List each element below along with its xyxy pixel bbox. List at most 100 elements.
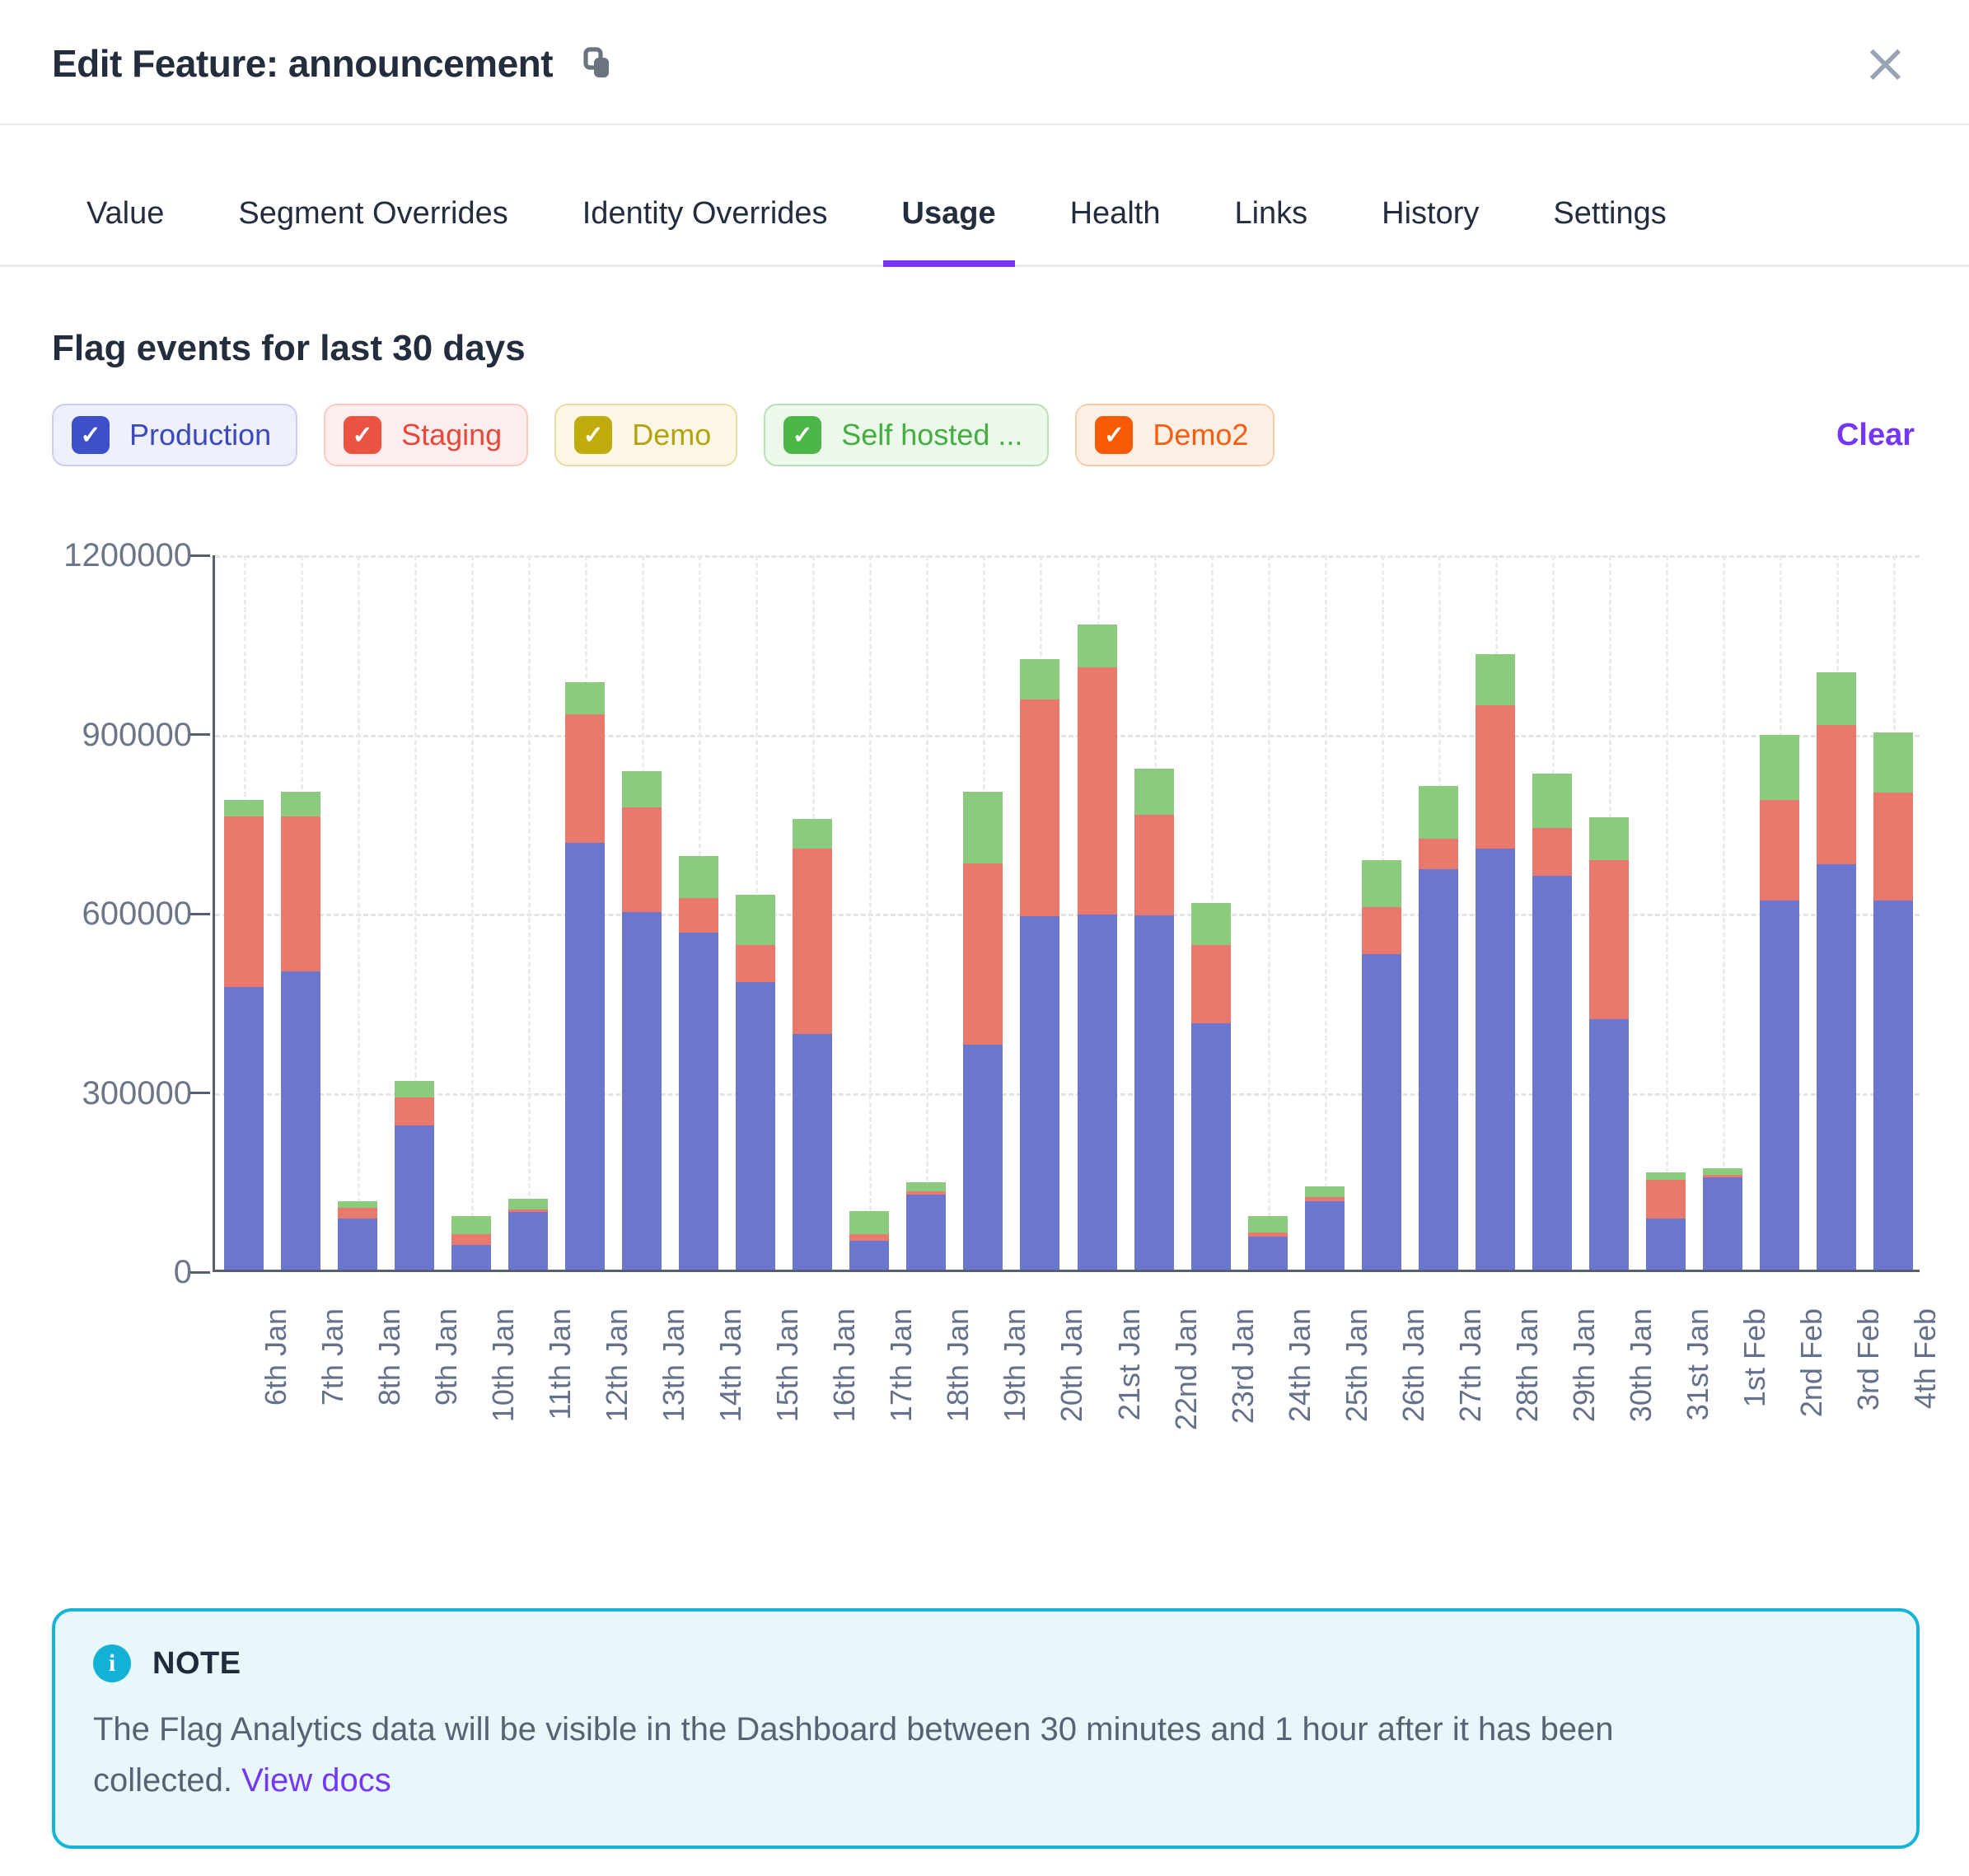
bar-segment-self-hosted — [1760, 735, 1799, 800]
stacked-bar — [508, 1199, 548, 1270]
x-tick-label: 4th Feb — [1907, 1308, 1943, 1409]
bar-segment-staging — [224, 816, 264, 987]
x-gridline — [358, 555, 360, 1270]
x-gridline — [1325, 555, 1327, 1270]
bar-segment-production — [622, 912, 662, 1270]
x-tick-label: 3rd Feb — [1850, 1308, 1887, 1411]
tab-identity-overrides[interactable]: Identity Overrides — [545, 171, 865, 264]
checkbox-checked-icon[interactable]: ✓ — [574, 416, 612, 454]
note-text: The Flag Analytics data will be visible … — [93, 1704, 1724, 1806]
checkbox-checked-icon[interactable]: ✓ — [1095, 416, 1133, 454]
stacked-bar — [1760, 735, 1799, 1270]
stacked-bar — [849, 1211, 889, 1270]
tab-value[interactable]: Value — [49, 171, 201, 264]
y-tick-label: 600000 — [52, 896, 192, 932]
bar-segment-production — [565, 843, 605, 1270]
bar-segment-self-hosted — [1419, 786, 1458, 839]
stacked-bar — [1873, 732, 1913, 1270]
info-icon: i — [93, 1644, 131, 1682]
bar-segment-self-hosted — [679, 856, 718, 898]
bar-segment-self-hosted — [1817, 672, 1856, 725]
legend-pill-production[interactable]: ✓Production — [52, 404, 297, 466]
stacked-bar — [1532, 774, 1572, 1270]
modal-header: Edit Feature: announcement × — [0, 0, 1969, 125]
bar-segment-production — [224, 987, 264, 1270]
stacked-bar — [679, 856, 718, 1270]
legend-pill-demo2[interactable]: ✓Demo2 — [1075, 404, 1274, 466]
stacked-bar — [565, 682, 605, 1270]
x-tick-label: 29th Jan — [1566, 1308, 1602, 1422]
x-tick-label: 26th Jan — [1396, 1308, 1432, 1422]
x-tick-label: 19th Jan — [997, 1308, 1033, 1422]
legend-label: Demo — [632, 418, 711, 452]
bar-segment-staging — [793, 849, 832, 1034]
stacked-bar — [451, 1216, 491, 1270]
x-tick-label: 7th Jan — [315, 1308, 351, 1406]
stacked-bar — [622, 771, 662, 1270]
bar-segment-staging — [1873, 793, 1913, 901]
legend-pill-staging[interactable]: ✓Staging — [324, 404, 528, 466]
bar-segment-production — [1419, 869, 1458, 1270]
bar-segment-self-hosted — [1476, 654, 1515, 705]
legend-pill-self-hosted[interactable]: ✓Self hosted ... — [764, 404, 1049, 466]
x-tick-label: 10th Jan — [485, 1308, 521, 1422]
view-docs-link[interactable]: View docs — [241, 1762, 391, 1799]
bar-segment-production — [736, 982, 775, 1270]
bar-segment-self-hosted — [906, 1182, 946, 1191]
tab-history[interactable]: History — [1345, 171, 1516, 264]
tab-settings[interactable]: Settings — [1516, 171, 1703, 264]
x-tick-label: 16th Jan — [826, 1308, 863, 1422]
note-label: NOTE — [152, 1646, 241, 1682]
chart-title: Flag events for last 30 days — [52, 328, 1920, 369]
bar-segment-staging — [281, 816, 320, 971]
stacked-bar — [395, 1081, 434, 1270]
bar-segment-self-hosted — [1646, 1172, 1686, 1180]
bar-segment-self-hosted — [224, 800, 264, 816]
note-callout: i NOTE The Flag Analytics data will be v… — [52, 1608, 1920, 1849]
stacked-bar — [1020, 659, 1059, 1270]
checkbox-checked-icon[interactable]: ✓ — [783, 416, 821, 454]
bar-segment-production — [1020, 916, 1059, 1270]
x-gridline — [869, 555, 872, 1270]
bar-segment-self-hosted — [1248, 1216, 1288, 1233]
bar-segment-production — [849, 1241, 889, 1270]
x-gridline — [528, 555, 531, 1270]
x-tick-label: 13th Jan — [656, 1308, 692, 1422]
stacked-bar — [1589, 817, 1629, 1270]
close-icon[interactable]: × — [1851, 36, 1920, 91]
tab-segment-overrides[interactable]: Segment Overrides — [201, 171, 545, 264]
bar-segment-production — [1134, 915, 1174, 1270]
stacked-bar — [1305, 1186, 1345, 1270]
y-axis-labels: 03000006000009000001200000 — [52, 555, 192, 1272]
bar-segment-production — [1760, 901, 1799, 1270]
checkbox-checked-icon[interactable]: ✓ — [344, 416, 381, 454]
x-tick-label: 15th Jan — [769, 1308, 806, 1422]
copy-icon[interactable] — [581, 44, 614, 82]
clear-button[interactable]: Clear — [1831, 417, 1920, 454]
bar-segment-production — [1646, 1219, 1686, 1270]
bar-segment-self-hosted — [736, 895, 775, 944]
legend-pill-demo[interactable]: ✓ Demo — [554, 404, 737, 466]
tab-usage[interactable]: Usage — [865, 171, 1033, 264]
bar-segment-staging — [1589, 860, 1629, 1018]
bar-segment-self-hosted — [1020, 659, 1059, 699]
bar-segment-production — [1532, 876, 1572, 1270]
y-tick-mark — [190, 913, 210, 915]
stacked-bar — [338, 1201, 377, 1270]
tab-bar: ValueSegment OverridesIdentity Overrides… — [0, 171, 1969, 267]
bar-segment-self-hosted — [793, 819, 832, 849]
checkbox-checked-icon[interactable]: ✓ — [72, 416, 110, 454]
bar-segment-production — [1191, 1023, 1231, 1270]
bar-segment-self-hosted — [1703, 1168, 1742, 1176]
tab-health[interactable]: Health — [1033, 171, 1198, 264]
page-title: Edit Feature: announcement — [52, 41, 553, 86]
x-gridline — [471, 555, 474, 1270]
x-tick-label: 28th Jan — [1509, 1308, 1546, 1422]
bar-segment-staging — [736, 945, 775, 983]
bar-segment-self-hosted — [338, 1201, 377, 1209]
x-gridline — [926, 555, 928, 1270]
tab-links[interactable]: Links — [1197, 171, 1345, 264]
bar-segment-production — [1248, 1237, 1288, 1270]
x-tick-label: 23rd Jan — [1225, 1308, 1261, 1424]
bar-segment-staging — [565, 714, 605, 842]
